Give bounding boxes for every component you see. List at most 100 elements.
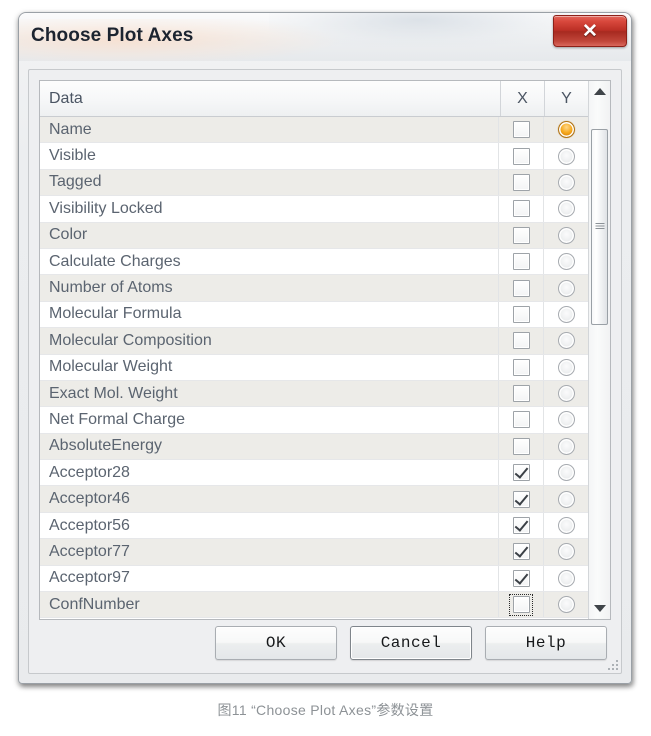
x-axis-cell[interactable]: [498, 301, 543, 328]
table-row[interactable]: Acceptor97: [40, 565, 588, 593]
checkbox-checked-icon[interactable]: [512, 543, 530, 561]
radio-unselected-icon[interactable]: [557, 200, 575, 218]
checkbox-checked-icon[interactable]: [512, 464, 530, 482]
vertical-scrollbar[interactable]: [588, 81, 610, 619]
table-row[interactable]: Net Formal Charge: [40, 407, 588, 434]
ok-button[interactable]: OK: [215, 626, 337, 660]
column-header-y[interactable]: Y: [544, 81, 588, 116]
radio-unselected-icon[interactable]: [557, 253, 575, 271]
x-axis-cell[interactable]: [498, 512, 543, 539]
checkbox-unchecked-icon[interactable]: [512, 253, 530, 271]
x-axis-cell[interactable]: [498, 143, 543, 169]
help-button[interactable]: Help: [485, 626, 607, 660]
x-axis-cell[interactable]: [498, 328, 543, 354]
radio-unselected-icon[interactable]: [557, 543, 575, 561]
x-axis-cell[interactable]: [498, 486, 543, 512]
table-row[interactable]: Exact Mol. Weight: [40, 380, 588, 408]
checkbox-unchecked-icon[interactable]: [512, 385, 530, 403]
x-axis-cell[interactable]: [498, 354, 543, 380]
y-axis-cell[interactable]: [543, 433, 588, 460]
checkbox-unchecked-icon[interactable]: [512, 596, 530, 614]
radio-unselected-icon[interactable]: [557, 411, 575, 429]
radio-unselected-icon[interactable]: [557, 596, 575, 614]
radio-unselected-icon[interactable]: [557, 173, 575, 191]
table-row[interactable]: Color: [40, 222, 588, 249]
radio-unselected-icon[interactable]: [557, 517, 575, 535]
table-row[interactable]: Visibility Locked: [40, 196, 588, 223]
radio-unselected-icon[interactable]: [557, 464, 575, 482]
radio-unselected-icon[interactable]: [557, 279, 575, 297]
y-axis-cell[interactable]: [543, 565, 588, 592]
y-axis-cell[interactable]: [543, 301, 588, 328]
x-axis-cell[interactable]: [498, 248, 543, 275]
table-row[interactable]: Number of Atoms: [40, 275, 588, 302]
table-row[interactable]: Name: [40, 117, 588, 144]
checkbox-checked-icon[interactable]: [512, 569, 530, 587]
y-axis-cell[interactable]: [543, 275, 588, 301]
table-row[interactable]: Acceptor46: [40, 486, 588, 513]
dialog-titlebar[interactable]: Choose Plot Axes ✕: [19, 13, 631, 61]
checkbox-unchecked-icon[interactable]: [512, 437, 530, 455]
radio-unselected-icon[interactable]: [557, 437, 575, 455]
y-axis-cell[interactable]: [543, 143, 588, 169]
radio-unselected-icon[interactable]: [557, 490, 575, 508]
y-axis-cell[interactable]: [543, 460, 588, 486]
y-axis-cell[interactable]: [543, 248, 588, 275]
table-row[interactable]: Calculate Charges: [40, 248, 588, 276]
column-header-data[interactable]: Data: [40, 81, 500, 116]
checkbox-checked-icon[interactable]: [512, 517, 530, 535]
table-row[interactable]: Tagged: [40, 169, 588, 197]
checkbox-unchecked-icon[interactable]: [512, 358, 530, 376]
y-axis-cell[interactable]: [543, 222, 588, 248]
table-row[interactable]: Molecular Composition: [40, 328, 588, 355]
radio-unselected-icon[interactable]: [557, 332, 575, 350]
y-axis-cell[interactable]: [543, 512, 588, 539]
x-axis-cell[interactable]: [498, 433, 543, 460]
table-row[interactable]: Acceptor77: [40, 539, 588, 566]
x-axis-cell[interactable]: [498, 565, 543, 592]
table-row[interactable]: Molecular Weight: [40, 354, 588, 381]
x-axis-cell[interactable]: [498, 380, 543, 407]
scrollbar-thumb[interactable]: [591, 129, 608, 325]
x-axis-cell[interactable]: [498, 407, 543, 433]
y-axis-cell[interactable]: [543, 592, 588, 618]
checkbox-unchecked-icon[interactable]: [512, 411, 530, 429]
table-row[interactable]: AbsoluteEnergy: [40, 433, 588, 461]
checkbox-unchecked-icon[interactable]: [512, 332, 530, 350]
table-row[interactable]: ConfNumber: [40, 592, 588, 619]
y-axis-cell[interactable]: [543, 407, 588, 433]
radio-unselected-icon[interactable]: [557, 385, 575, 403]
y-axis-cell[interactable]: [543, 117, 588, 143]
checkbox-unchecked-icon[interactable]: [512, 173, 530, 191]
close-button[interactable]: ✕: [553, 15, 627, 47]
radio-selected-icon[interactable]: [557, 121, 575, 139]
table-row[interactable]: Molecular Formula: [40, 301, 588, 329]
checkbox-unchecked-icon[interactable]: [512, 305, 530, 323]
cancel-button[interactable]: Cancel: [350, 626, 472, 660]
radio-unselected-icon[interactable]: [557, 147, 575, 165]
checkbox-checked-icon[interactable]: [512, 490, 530, 508]
scroll-up-arrow-icon[interactable]: [589, 81, 610, 102]
radio-unselected-icon[interactable]: [557, 358, 575, 376]
y-axis-cell[interactable]: [543, 354, 588, 380]
y-axis-cell[interactable]: [543, 539, 588, 565]
x-axis-cell[interactable]: [498, 169, 543, 196]
y-axis-cell[interactable]: [543, 169, 588, 196]
checkbox-unchecked-icon[interactable]: [512, 200, 530, 218]
checkbox-unchecked-icon[interactable]: [512, 226, 530, 244]
radio-unselected-icon[interactable]: [557, 569, 575, 587]
x-axis-cell[interactable]: [498, 117, 543, 143]
table-row[interactable]: Acceptor28: [40, 460, 588, 487]
y-axis-cell[interactable]: [543, 380, 588, 407]
y-axis-cell[interactable]: [543, 486, 588, 512]
y-axis-cell[interactable]: [543, 328, 588, 354]
table-row[interactable]: Visible: [40, 143, 588, 170]
column-header-x[interactable]: X: [500, 81, 544, 116]
scroll-down-arrow-icon[interactable]: [589, 598, 610, 619]
y-axis-cell[interactable]: [543, 196, 588, 222]
radio-unselected-icon[interactable]: [557, 305, 575, 323]
table-row[interactable]: Acceptor56: [40, 512, 588, 540]
x-axis-cell[interactable]: [498, 539, 543, 565]
x-axis-cell[interactable]: [498, 592, 543, 618]
checkbox-unchecked-icon[interactable]: [512, 121, 530, 139]
